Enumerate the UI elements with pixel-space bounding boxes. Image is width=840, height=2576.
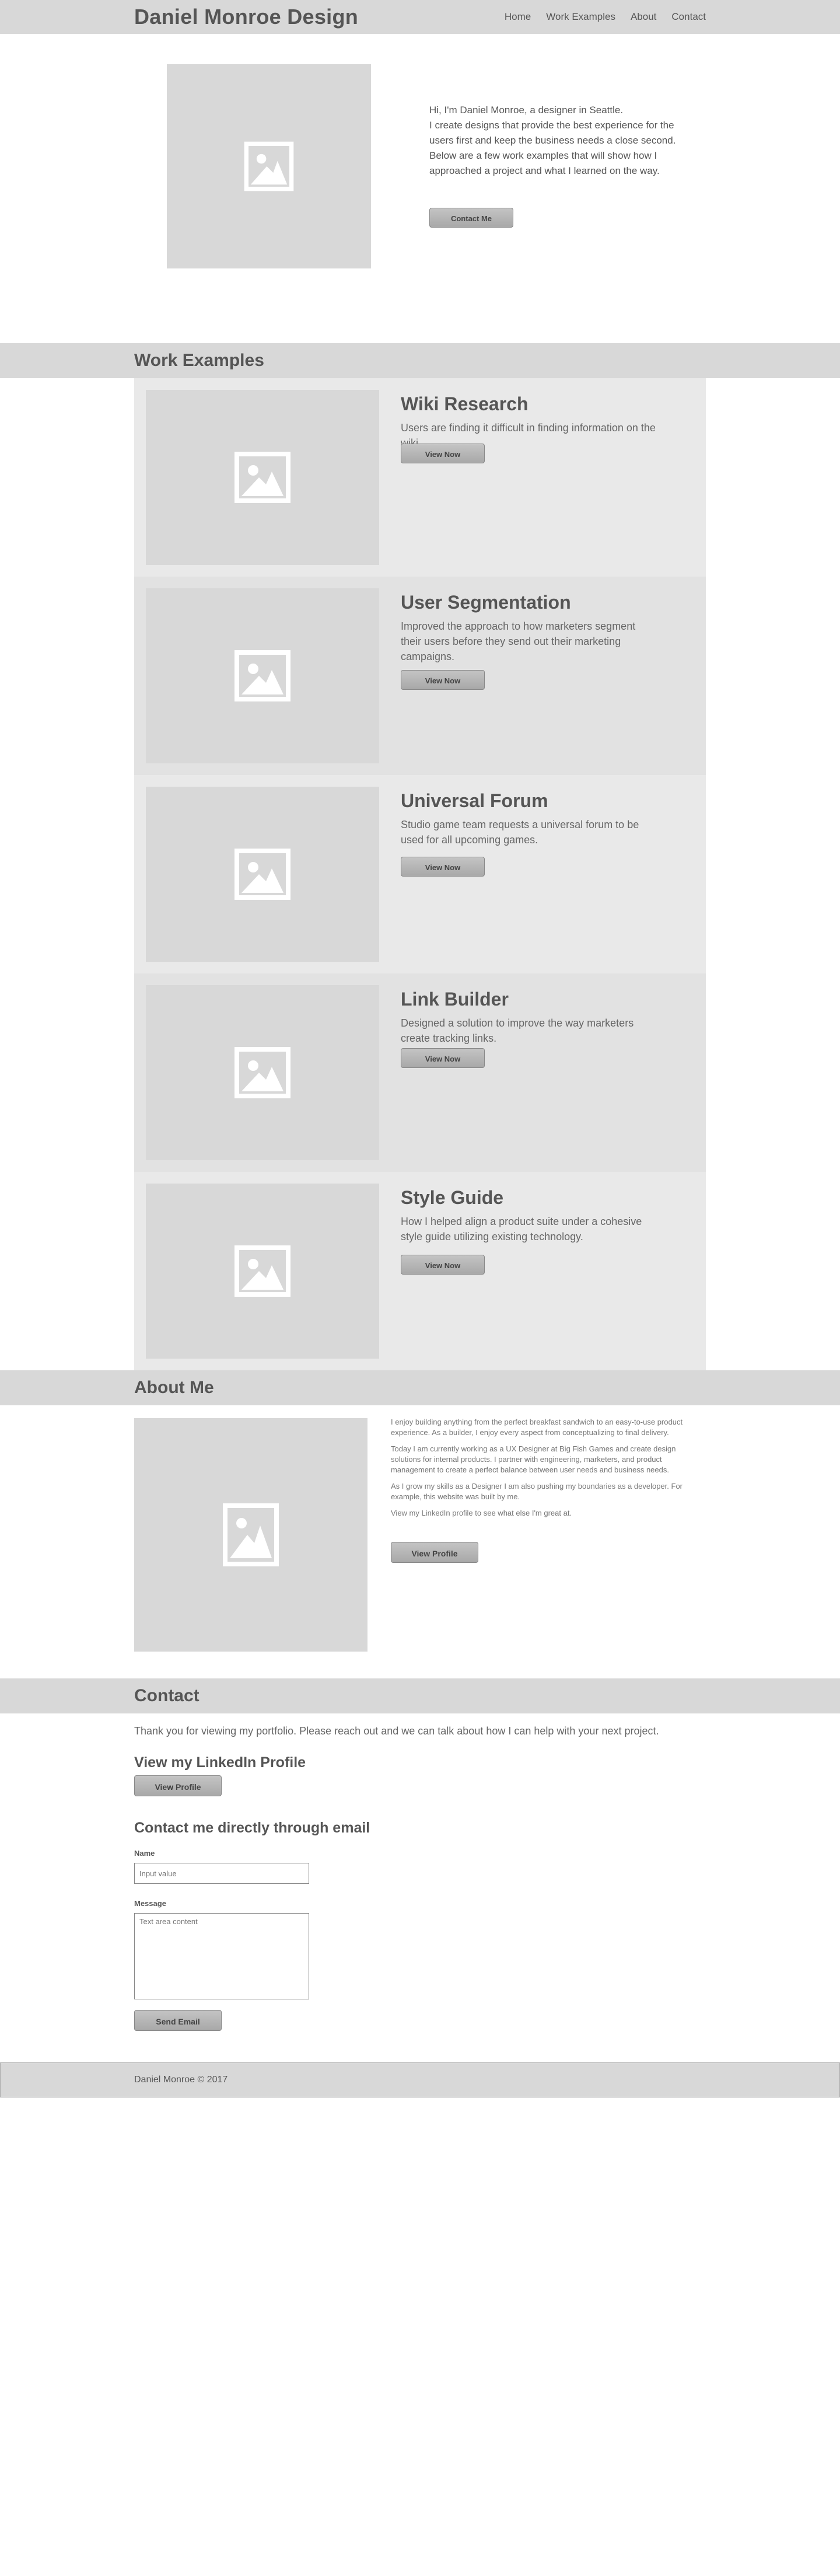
image-placeholder-icon: [235, 849, 290, 900]
work-item-image: [146, 588, 379, 763]
linkedin-heading: View my LinkedIn Profile: [134, 1754, 306, 1771]
nav-home[interactable]: Home: [505, 11, 531, 23]
image-placeholder-icon: [223, 1503, 279, 1566]
contact-header: Contact: [0, 1678, 840, 1713]
about-title: About Me: [134, 1378, 214, 1397]
about-paragraph: View my LinkedIn profile to see what els…: [391, 1509, 572, 1517]
work-item-title: Wiki Research: [401, 393, 528, 414]
work-item-description: Designed a solution to improve the way m…: [401, 1017, 634, 1044]
site-footer: Daniel Monroe © 2017: [0, 2062, 840, 2097]
image-placeholder-icon: [235, 452, 290, 503]
email-heading: Contact me directly through email: [134, 1820, 370, 1836]
work-item-image: [146, 985, 379, 1160]
work-item: Universal Forum Studio game team request…: [134, 775, 706, 973]
hero-description: I create designs that provide the best e…: [429, 120, 676, 176]
work-item-title: Universal Forum: [401, 790, 548, 811]
work-item-description: Improved the approach to how marketers s…: [401, 620, 636, 662]
about-paragraph: I enjoy building anything from the perfe…: [391, 1418, 683, 1437]
about-header: About Me: [0, 1370, 840, 1405]
work-examples-title: Work Examples: [134, 351, 264, 370]
contact-title: Contact: [134, 1686, 200, 1705]
work-item-title: Style Guide: [401, 1187, 504, 1208]
image-placeholder-icon: [235, 1047, 290, 1098]
work-item-title: Link Builder: [401, 989, 509, 1010]
work-item-description: How I helped align a product suite under…: [401, 1216, 642, 1242]
work-item-image: [146, 390, 379, 565]
work-item: Wiki Research Users are finding it diffi…: [134, 378, 706, 577]
work-examples-list: Wiki Research Users are finding it diffi…: [134, 378, 706, 1370]
site-logo[interactable]: Daniel Monroe Design: [134, 5, 358, 29]
about-text: I enjoy building anything from the perfe…: [391, 1417, 706, 1524]
image-placeholder-icon: [244, 141, 294, 191]
hero-intro: Hi, I'm Daniel Monroe, a designer in Sea…: [429, 103, 692, 179]
contact-intro: Thank you for viewing my portfolio. Plea…: [134, 1725, 659, 1737]
contact-section: Thank you for viewing my portfolio. Plea…: [0, 1713, 840, 2062]
nav-contact[interactable]: Contact: [671, 11, 706, 23]
message-label: Message: [134, 1899, 166, 1908]
hero-image: [167, 64, 371, 268]
work-item: Link Builder Designed a solution to impr…: [134, 973, 706, 1172]
contact-me-button[interactable]: Contact Me: [429, 208, 513, 228]
send-email-button[interactable]: Send Email: [134, 2010, 222, 2031]
image-placeholder-icon: [235, 650, 290, 701]
about-image: [134, 1418, 368, 1652]
nav-about[interactable]: About: [631, 11, 656, 23]
image-placeholder-icon: [235, 1245, 290, 1297]
hero-section: Hi, I'm Daniel Monroe, a designer in Sea…: [0, 34, 840, 343]
name-input[interactable]: [134, 1863, 309, 1884]
view-now-button[interactable]: View Now: [401, 857, 485, 877]
about-paragraph: Today I am currently working as a UX Des…: [391, 1444, 676, 1474]
work-item-title: User Segmentation: [401, 592, 571, 613]
view-now-button[interactable]: View Now: [401, 1048, 485, 1068]
view-now-button[interactable]: View Now: [401, 1255, 485, 1275]
work-item-image: [146, 1184, 379, 1359]
main-nav: Home Work Examples About Contact: [505, 11, 706, 23]
view-profile-button[interactable]: View Profile: [391, 1542, 478, 1563]
view-now-button[interactable]: View Now: [401, 670, 485, 690]
about-paragraph: As I grow my skills as a Designer I am a…: [391, 1482, 683, 1501]
work-item-image: [146, 787, 379, 962]
site-header: Daniel Monroe Design Home Work Examples …: [0, 0, 840, 34]
hero-greeting: Hi, I'm Daniel Monroe, a designer in Sea…: [429, 104, 624, 116]
work-item: Style Guide How I helped align a product…: [134, 1172, 706, 1370]
name-label: Name: [134, 1849, 155, 1858]
work-examples-header: Work Examples: [0, 343, 840, 378]
linkedin-view-profile-button[interactable]: View Profile: [134, 1775, 222, 1796]
work-item: User Segmentation Improved the approach …: [134, 577, 706, 775]
footer-copyright: Daniel Monroe © 2017: [134, 2075, 228, 2085]
message-textarea[interactable]: [134, 1913, 309, 1999]
about-section: I enjoy building anything from the perfe…: [0, 1405, 840, 1678]
work-item-description: Studio game team requests a universal fo…: [401, 819, 639, 846]
view-now-button[interactable]: View Now: [401, 444, 485, 463]
nav-work-examples[interactable]: Work Examples: [546, 11, 615, 23]
